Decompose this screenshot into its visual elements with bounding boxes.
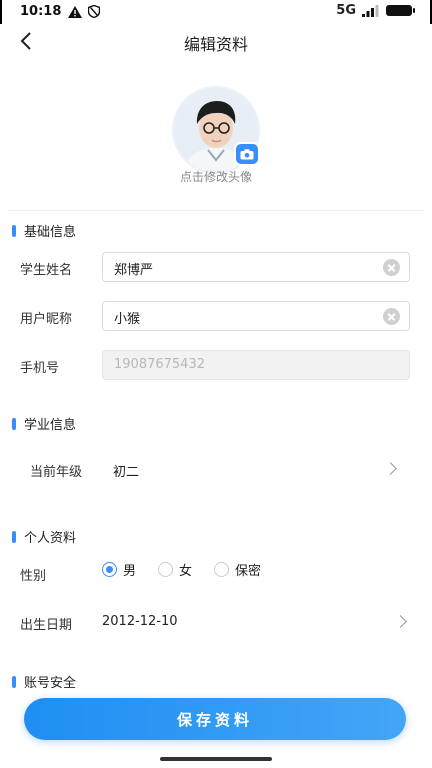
section-marker xyxy=(12,224,16,237)
gender-option-label: 男 xyxy=(123,564,137,579)
clear-icon[interactable] xyxy=(383,259,400,276)
chevron-right-icon[interactable] xyxy=(384,462,397,475)
save-button[interactable]: 保存资料 xyxy=(24,698,406,740)
radio-unchecked-icon xyxy=(214,562,230,577)
gender-label: 性别 xyxy=(20,569,47,584)
section-marker xyxy=(12,530,16,543)
grade-value: 初二 xyxy=(113,465,140,480)
nickname-value: 小猴 xyxy=(114,312,141,327)
avatar-editor[interactable] xyxy=(172,86,260,174)
camera-icon[interactable] xyxy=(234,142,260,166)
status-bar: 10:18 5G xyxy=(0,0,432,24)
warning-icon xyxy=(68,5,82,18)
avatar-hint: 点击修改头像 xyxy=(179,170,252,184)
chevron-right-icon[interactable] xyxy=(394,615,407,628)
phone-label: 手机号 xyxy=(20,361,60,376)
section-basic-title: 基础信息 xyxy=(24,225,77,240)
section-academic-info: 学业信息 xyxy=(12,414,76,433)
nav-bar: 编辑资料 xyxy=(0,24,432,58)
phone-input: 19087675432 xyxy=(102,350,410,380)
section-account-title: 账号安全 xyxy=(24,676,77,691)
section-account-security: 账号安全 xyxy=(12,672,76,691)
gender-radio-group: 男 女 保密 xyxy=(102,560,261,579)
nickname-label: 用户昵称 xyxy=(20,312,73,327)
network-label: 5G xyxy=(336,3,356,18)
signal-icon xyxy=(362,4,379,17)
grade-label: 当前年级 xyxy=(30,465,83,480)
birthday-label: 出生日期 xyxy=(20,618,73,633)
page-title: 编辑资料 xyxy=(183,35,248,54)
student-name-input[interactable]: 郑博严 xyxy=(102,252,410,282)
nickname-input[interactable]: 小猴 xyxy=(102,301,410,331)
gender-option-secret[interactable]: 保密 xyxy=(214,560,261,579)
radio-checked-icon xyxy=(102,562,117,577)
section-basic-info: 基础信息 xyxy=(12,221,76,240)
gender-option-label: 女 xyxy=(179,564,193,579)
gender-option-label: 保密 xyxy=(235,564,262,579)
gender-option-female[interactable]: 女 xyxy=(158,560,192,579)
battery-icon xyxy=(386,5,415,16)
gender-option-male[interactable]: 男 xyxy=(102,560,136,579)
status-time: 10:18 xyxy=(20,4,62,19)
section-academic-title: 学业信息 xyxy=(24,418,77,433)
section-personal-info: 个人资料 xyxy=(12,527,76,546)
section-personal-title: 个人资料 xyxy=(24,531,77,546)
divider xyxy=(8,210,424,211)
shield-icon xyxy=(88,5,100,18)
student-name-value: 郑博严 xyxy=(114,263,154,278)
student-name-label: 学生姓名 xyxy=(20,263,73,278)
clear-icon[interactable] xyxy=(383,308,400,325)
birthday-value: 2012-12-10 xyxy=(102,614,178,629)
section-marker xyxy=(12,417,16,430)
phone-value: 19087675432 xyxy=(114,357,205,372)
radio-unchecked-icon xyxy=(158,562,174,577)
section-marker xyxy=(12,675,16,688)
home-indicator xyxy=(160,757,272,761)
